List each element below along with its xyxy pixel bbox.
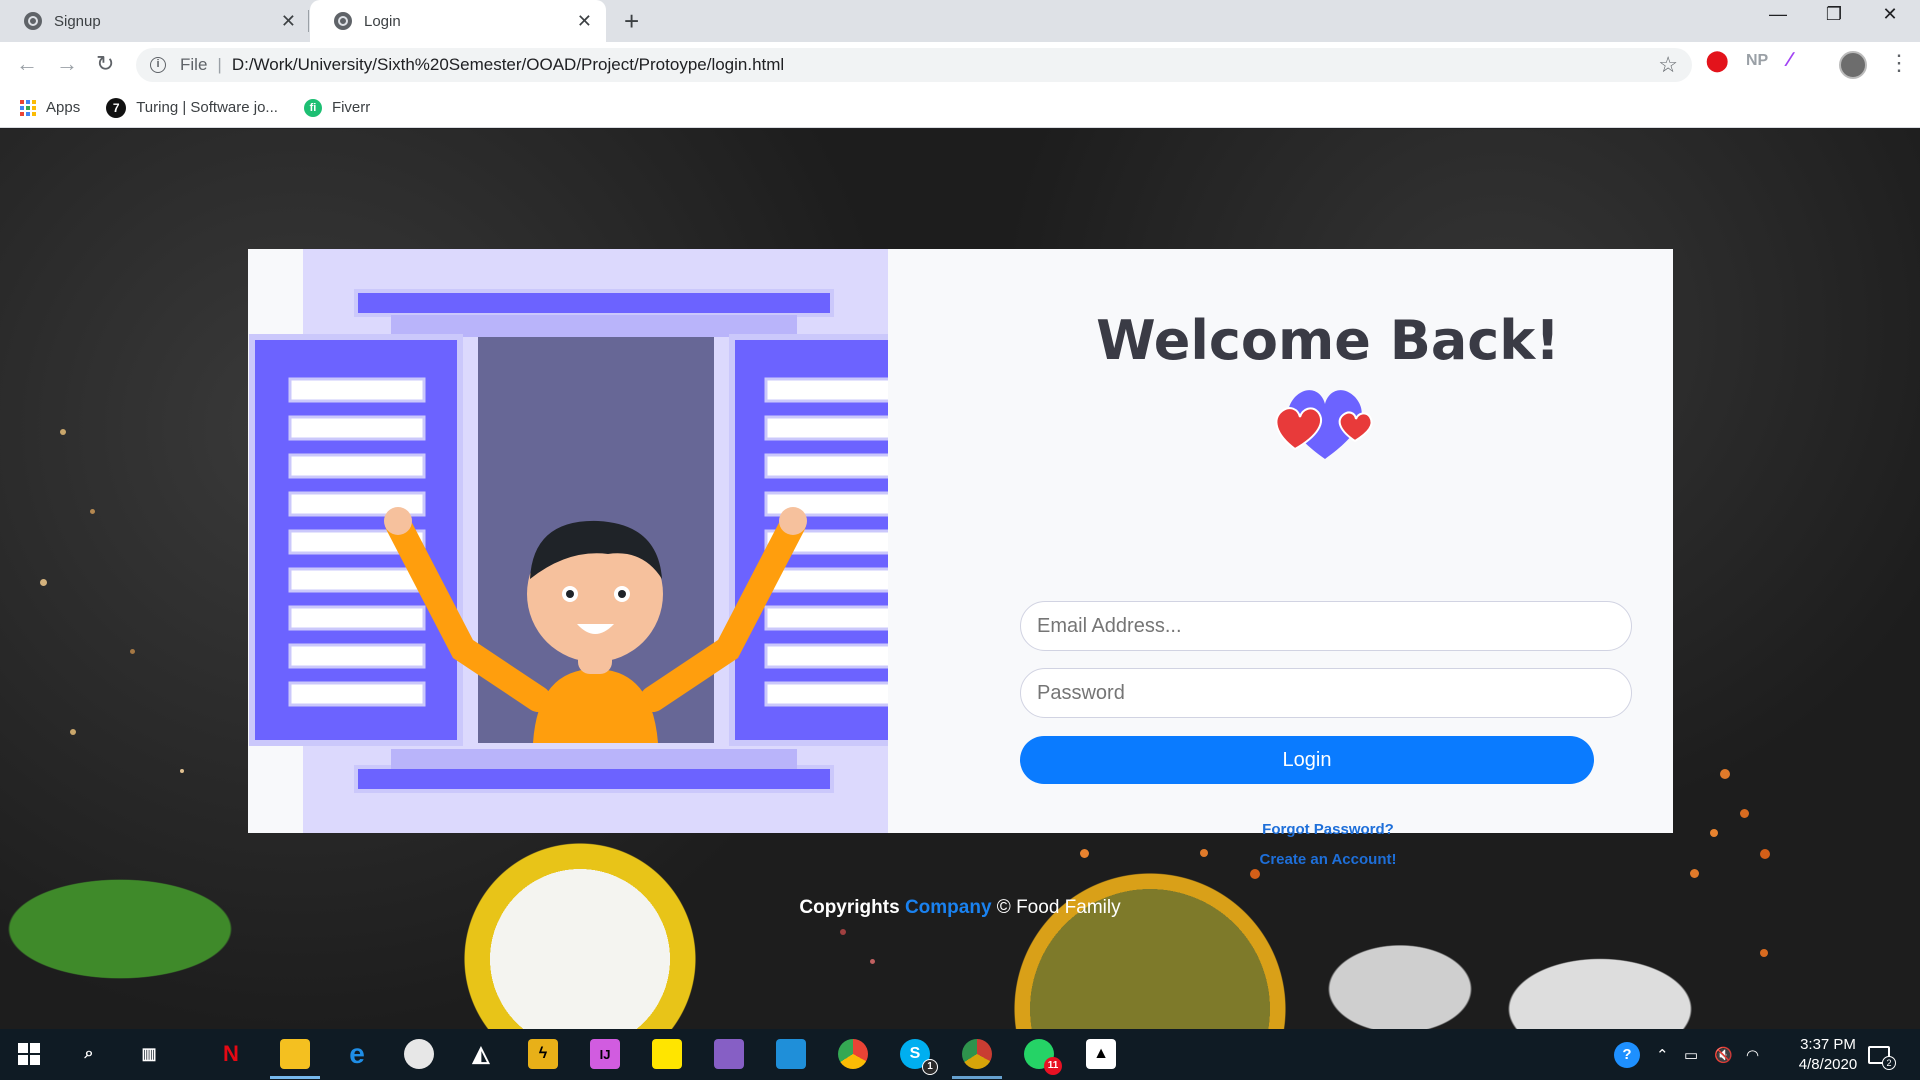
gamemaker-icon[interactable]: ϟ <box>528 1039 558 1069</box>
volume-muted-icon[interactable]: 🔇 <box>1714 1029 1733 1080</box>
unity-icon[interactable]: ◭ <box>466 1039 496 1069</box>
tray-chevron-icon[interactable]: ⌃ <box>1656 1029 1669 1080</box>
address-divider: | <box>217 55 222 74</box>
browser-toolbar: ← → ↻ i File | D:/Work/University/Sixth%… <box>0 42 1920 88</box>
bookmark-label: Fiverr <box>331 99 371 116</box>
tab-login[interactable]: Login ✕ <box>310 0 606 42</box>
chrome-canary-icon[interactable] <box>952 1039 1002 1079</box>
opera-extension-icon[interactable]: ⬤ <box>1706 48 1728 73</box>
menu-kebab-icon[interactable]: ⋮ <box>1888 50 1910 76</box>
bookmarks-bar: Apps 7 Turing | Software jo... fi Fiverr <box>0 88 1920 128</box>
np-extension[interactable]: NP <box>1746 52 1768 70</box>
footer-food-family: © Food Family <box>996 897 1121 918</box>
edge-icon[interactable]: e <box>342 1038 372 1069</box>
address-scheme: File <box>180 55 208 74</box>
wifi-icon[interactable]: ◠ <box>1746 1029 1759 1080</box>
login-card: Welcome Back! Login Forgot Password? Cre… <box>248 249 1673 868</box>
create-account-link[interactable]: Create an Account! <box>1008 851 1648 868</box>
jetbrains-icon[interactable]: IJ <box>590 1039 620 1069</box>
sticky-notes-icon[interactable] <box>652 1039 682 1069</box>
close-window-button[interactable]: ✕ <box>1862 4 1918 25</box>
address-bar[interactable]: i File | D:/Work/University/Sixth%20Seme… <box>136 48 1692 82</box>
notification-center-icon[interactable]: 2 <box>1868 1029 1896 1080</box>
bookmark-turing[interactable]: 7 Turing | Software jo... <box>106 97 278 118</box>
forward-arrow-icon[interactable]: → <box>56 51 78 77</box>
globe-icon <box>24 12 42 30</box>
file-explorer-icon[interactable] <box>270 1039 320 1079</box>
whatsapp-icon[interactable]: 11 <box>1024 1039 1062 1075</box>
back-arrow-icon[interactable]: ← <box>16 51 38 77</box>
skype-icon[interactable]: S 1 <box>900 1039 938 1075</box>
footer-company-link[interactable]: Company <box>905 897 992 918</box>
login-button[interactable]: Login <box>1020 736 1594 784</box>
new-tab-button[interactable]: + <box>624 6 639 37</box>
bookmark-fiverr[interactable]: fi Fiverr <box>303 98 371 117</box>
globe-icon <box>334 12 352 30</box>
apps-grid-icon <box>20 99 36 116</box>
address-url[interactable]: D:/Work/University/Sixth%20Semester/OOAD… <box>232 55 784 75</box>
password-field[interactable] <box>1020 668 1632 718</box>
windows-start-icon[interactable] <box>14 1039 44 1069</box>
profile-avatar[interactable] <box>1839 51 1867 79</box>
bookmark-label: Turing | Software jo... <box>136 99 278 116</box>
windows-taskbar: ⌕ ▥ N e ◭ ϟ IJ S 1 11 ▲ ? ⌃ ▭ 🔇 ◠ 3:37 P… <box>0 1029 1920 1080</box>
info-icon[interactable]: i <box>150 57 166 73</box>
turing-icon: 7 <box>106 97 127 118</box>
bookmark-star-icon[interactable]: ☆ <box>1658 52 1678 78</box>
browser-tab-strip: Signup ✕ Login ✕ + — ❐ ✕ <box>0 0 1920 42</box>
tab-title: Signup <box>54 12 101 30</box>
reload-icon[interactable]: ↻ <box>96 51 114 77</box>
visual-studio-icon[interactable] <box>714 1039 744 1069</box>
tab-signup[interactable]: Signup ✕ <box>0 0 310 42</box>
battery-icon[interactable]: ▭ <box>1684 1029 1698 1080</box>
netflix-icon[interactable]: N <box>216 1039 246 1069</box>
chrome-icon[interactable] <box>838 1039 868 1069</box>
footer-copyrights: Copyrights <box>799 897 900 918</box>
restore-button[interactable]: ❐ <box>1806 4 1862 25</box>
tab-close-icon[interactable]: ✕ <box>577 11 592 32</box>
bookmark-apps[interactable]: Apps <box>20 99 80 116</box>
email-field[interactable] <box>1020 601 1632 651</box>
vscode-icon[interactable] <box>776 1039 806 1069</box>
window-illustration <box>248 249 888 833</box>
notification-count: 2 <box>1882 1055 1896 1070</box>
page-viewport: Welcome Back! Login Forgot Password? Cre… <box>0 129 1920 1029</box>
forgot-password-link[interactable]: Forgot Password? <box>1008 821 1648 838</box>
bookmark-label: Apps <box>46 99 81 116</box>
hearts-icon <box>1275 390 1373 459</box>
skype-badge: 1 <box>922 1059 938 1075</box>
search-icon[interactable]: ⌕ <box>74 1039 104 1069</box>
photos-icon[interactable]: ▲ <box>1086 1039 1116 1069</box>
page-title: Welcome Back! <box>1096 309 1560 372</box>
pen-extension-icon[interactable]: ∕ <box>1788 49 1791 72</box>
task-view-icon[interactable]: ▥ <box>134 1039 164 1069</box>
minimize-button[interactable]: — <box>1750 4 1806 25</box>
help-icon[interactable]: ? <box>1614 1029 1640 1080</box>
tab-title: Login <box>364 12 401 30</box>
whatsapp-badge: 11 <box>1044 1057 1062 1075</box>
paint-icon[interactable] <box>404 1039 434 1069</box>
tab-close-icon[interactable]: ✕ <box>281 11 296 32</box>
page-footer: Copyrights Company © Food Family <box>0 897 1920 919</box>
fiverr-icon: fi <box>303 98 322 117</box>
tab-divider <box>308 10 309 32</box>
